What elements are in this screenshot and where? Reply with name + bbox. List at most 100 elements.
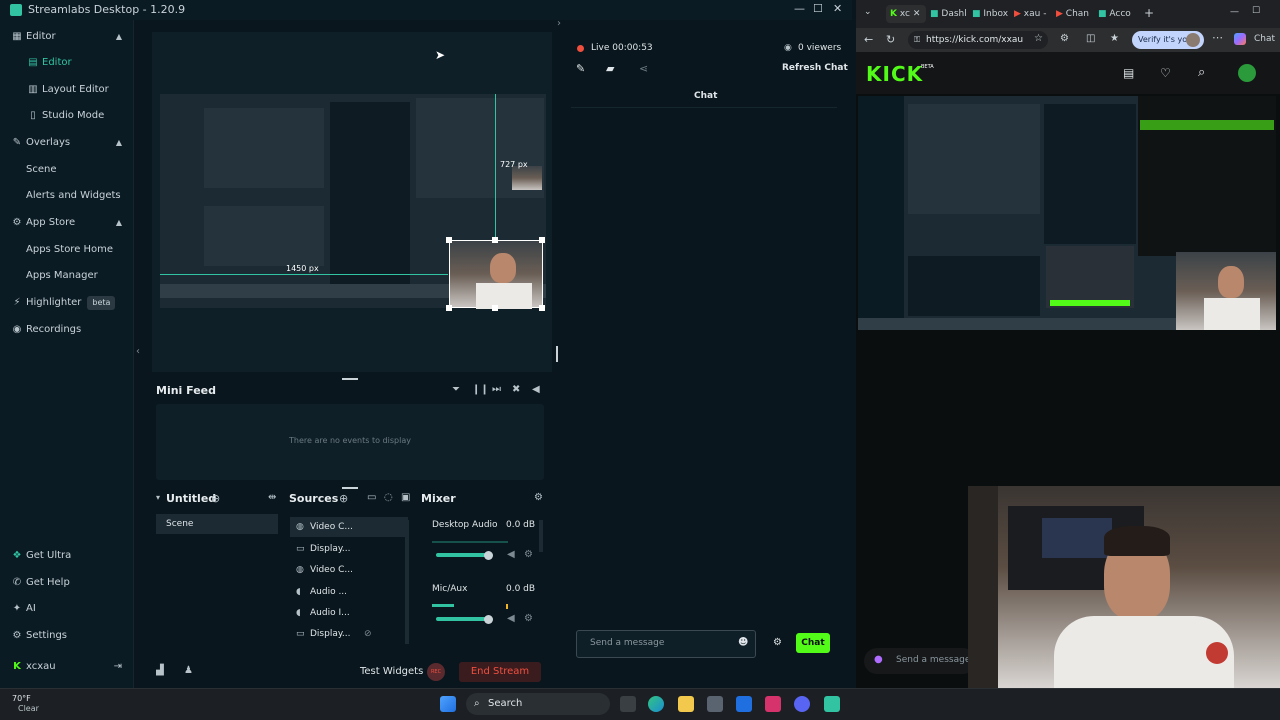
panel-resize-handle-h2[interactable]	[342, 487, 358, 489]
clip-icon[interactable]: ▰	[606, 62, 614, 75]
tab-inbox[interactable]: ■ Inbox	[972, 5, 1010, 23]
maximize-icon[interactable]: ☐	[1252, 6, 1260, 16]
refresh-chat-button[interactable]: Refresh Chat	[782, 63, 848, 73]
more-menu-icon[interactable]: ⋯	[1212, 31, 1223, 44]
sidebar-item-recordings[interactable]: ◉ Recordings	[0, 319, 134, 341]
sidebar-item-scene[interactable]: Scene	[0, 159, 134, 181]
resize-handle[interactable]	[446, 305, 452, 311]
mic-icon[interactable]: ●	[874, 654, 883, 665]
streamlabs-taskbar-icon[interactable]	[824, 696, 840, 712]
performance-icon[interactable]: ▟	[156, 665, 164, 676]
source-item[interactable]: ▭ Display... ⊘	[290, 624, 408, 644]
weather-temp[interactable]: 70°F	[12, 694, 31, 703]
taskbar-search[interactable]: ⌕ Search	[466, 693, 610, 715]
back-icon[interactable]: ←	[864, 33, 873, 46]
source-item[interactable]: ◍ Video C...	[290, 560, 408, 580]
tab-list-icon[interactable]: ⌄	[864, 7, 872, 17]
kick-logo[interactable]: KICK	[866, 62, 923, 86]
sidebar-item-get-help[interactable]: ✆ Get Help	[0, 572, 134, 594]
source-item[interactable]: ◖ Audio I...	[290, 603, 408, 623]
instagram-icon[interactable]	[765, 696, 781, 712]
notification-icon[interactable]: ♟	[184, 665, 193, 676]
skip-icon[interactable]: ⏭	[492, 384, 501, 395]
chevron-up-icon[interactable]: ▲	[116, 212, 122, 234]
avatar[interactable]	[1186, 33, 1200, 47]
close-tab-icon[interactable]: ✕	[913, 9, 921, 19]
resize-handle[interactable]	[539, 237, 545, 243]
logout-icon[interactable]: ⇥	[114, 656, 122, 678]
store-icon[interactable]	[707, 696, 723, 712]
source-settings-icon[interactable]: ▣	[401, 492, 410, 503]
sidebar-item-layout-editor[interactable]: ▥ Layout Editor	[0, 79, 134, 101]
split-screen-icon[interactable]: ◫	[1086, 33, 1095, 44]
share-icon[interactable]: ⋖	[639, 62, 648, 75]
scenes-title[interactable]: Untitled	[166, 492, 216, 505]
bookmark-star-icon[interactable]: ☆	[1034, 33, 1043, 44]
sidebar-item-ai[interactable]: ✦ AI	[0, 598, 134, 620]
sidebar-item-settings[interactable]: ⚙ Settings	[0, 625, 134, 647]
test-widgets-button[interactable]: Test Widgets	[360, 666, 423, 677]
scene-item[interactable]: Scene	[156, 514, 278, 534]
tab-youtube[interactable]: ▶ xau -	[1014, 5, 1052, 23]
sidebar-item-account[interactable]: K xcxau ⇥	[0, 656, 134, 678]
gear-icon[interactable]: ⚙	[524, 549, 533, 560]
avatar[interactable]	[1238, 64, 1256, 82]
sidebar-item-apps-manager[interactable]: Apps Manager	[0, 265, 134, 287]
resize-handle[interactable]	[539, 305, 545, 311]
reload-icon[interactable]: ↻	[886, 33, 895, 46]
copilot-chat-label[interactable]: Chat	[1254, 34, 1275, 44]
chat-send-button[interactable]: Chat	[796, 633, 830, 653]
chat-settings-icon[interactable]: ⚙	[773, 637, 782, 648]
tab-kick[interactable]: K xc ✕	[886, 5, 926, 23]
kick-chat-input[interactable]: ● Send a message	[864, 648, 976, 674]
source-item[interactable]: ◖ Audio ...	[290, 582, 408, 602]
resize-handle[interactable]	[446, 237, 452, 243]
volume-slider[interactable]	[436, 617, 488, 621]
slider-knob[interactable]	[484, 551, 493, 560]
mute-alerts-icon[interactable]: ✖	[512, 384, 520, 395]
close-icon[interactable]: ✕	[833, 2, 842, 15]
chevron-up-icon[interactable]: ▲	[116, 26, 122, 48]
panel-resize-handle-h[interactable]	[342, 378, 358, 380]
record-button[interactable]: REC	[427, 663, 445, 681]
add-source-icon[interactable]: ⊕	[339, 492, 348, 505]
speaker-icon[interactable]: ◀	[507, 613, 515, 624]
favorites-icon[interactable]: ★	[1110, 33, 1119, 44]
resize-handle[interactable]	[492, 305, 498, 311]
sources-scrollbar[interactable]	[405, 520, 409, 644]
sidebar-item-alerts[interactable]: Alerts and Widgets	[0, 185, 134, 207]
maximize-icon[interactable]: ☐	[813, 2, 823, 15]
chevron-up-icon[interactable]: ▲	[116, 132, 122, 154]
gear-icon[interactable]: ⚙	[534, 492, 543, 503]
pause-icon[interactable]: ❙❙	[472, 384, 489, 395]
minimize-icon[interactable]: —	[794, 2, 805, 15]
site-info-icon[interactable]: ⚿	[914, 31, 920, 49]
collapse-sidebar-icon[interactable]: ‹	[136, 346, 140, 357]
volume-icon[interactable]: ◀	[532, 384, 540, 395]
sidebar-item-app-store[interactable]: ⚙ App Store ▲	[0, 212, 134, 234]
sidebar-item-overlays[interactable]: ✎ Overlays ▲	[0, 132, 134, 154]
stream-player[interactable]	[858, 96, 1276, 330]
sidebar-item-studio-mode[interactable]: ▯ Studio Mode	[0, 105, 134, 127]
chevron-down-icon[interactable]: ▾	[156, 493, 160, 502]
extensions-icon[interactable]: ⚙	[1060, 33, 1069, 44]
sidebar-item-editor-sub[interactable]: ▤ Editor	[0, 52, 134, 74]
scene-transition-icon[interactable]: ⇹	[268, 492, 276, 503]
mixer-scrollbar[interactable]	[539, 520, 543, 552]
outlook-icon[interactable]	[736, 696, 752, 712]
heart-icon[interactable]: ♡	[1160, 66, 1171, 80]
tab-dashboard[interactable]: ■ Dashl	[930, 5, 968, 23]
gear-icon[interactable]: ⚙	[524, 613, 533, 624]
chat-input[interactable]: Send a message ☻	[576, 630, 756, 658]
sidebar-item-get-ultra[interactable]: ❖ Get Ultra	[0, 545, 134, 567]
copilot-icon[interactable]	[1234, 33, 1246, 45]
panel-resize-handle[interactable]	[556, 346, 558, 362]
source-item[interactable]: ◍ Video C...	[290, 517, 408, 537]
source-item[interactable]: ▭ Display...	[290, 539, 408, 559]
search-icon[interactable]: ⌕	[1198, 65, 1205, 80]
weather-desc[interactable]: Clear	[18, 704, 39, 713]
eye-icon[interactable]: ◌	[384, 492, 393, 503]
new-tab-icon[interactable]: +	[1144, 6, 1154, 20]
sidebar-item-editor[interactable]: ▦ Editor ▲	[0, 26, 134, 48]
webcam-source-selected[interactable]	[449, 240, 543, 309]
